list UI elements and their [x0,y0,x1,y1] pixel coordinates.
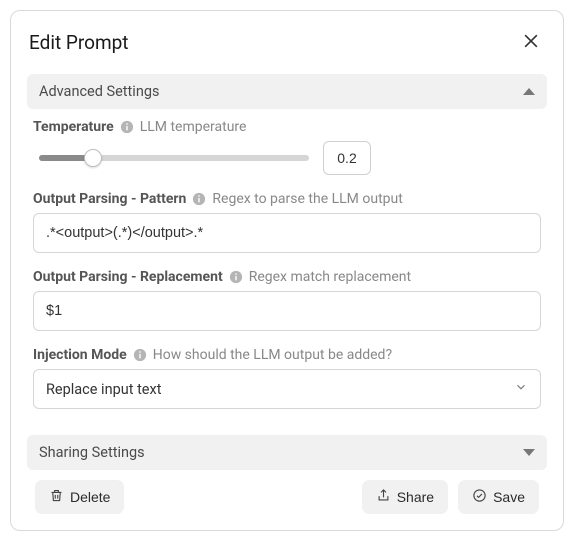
check-icon [472,488,487,506]
output-pattern-input-wrapper [33,213,541,253]
delete-button[interactable]: Delete [35,480,124,514]
info-icon [192,192,206,206]
sharing-settings-header[interactable]: Sharing Settings [27,435,547,470]
modal-footer: Delete Share Save [27,480,547,516]
slider-thumb[interactable] [84,149,102,167]
output-replacement-help: Regex match replacement [249,269,411,285]
output-pattern-field: Output Parsing - Pattern Regex to parse … [33,191,541,253]
temperature-field: Temperature LLM temperature [33,119,541,175]
advanced-settings-header[interactable]: Advanced Settings [27,74,547,109]
share-label: Share [397,489,434,505]
save-button[interactable]: Save [458,480,539,514]
output-replacement-input[interactable] [46,303,528,319]
modal-header: Edit Prompt [11,11,563,70]
modal-title: Edit Prompt [29,31,129,54]
injection-mode-value: Replace input text [46,381,161,398]
chevron-up-icon [523,88,535,95]
output-pattern-label: Output Parsing - Pattern [33,191,186,207]
output-replacement-label: Output Parsing - Replacement [33,269,223,285]
injection-mode-label: Injection Mode [33,347,127,363]
info-icon [133,348,147,362]
trash-icon [49,488,64,506]
close-icon [521,31,541,54]
output-pattern-help: Regex to parse the LLM output [212,191,402,207]
temperature-label: Temperature [33,119,114,135]
temperature-help: LLM temperature [140,119,247,135]
delete-label: Delete [70,489,110,505]
injection-mode-select[interactable]: Replace input text [33,369,541,409]
edit-prompt-modal: Edit Prompt Advanced Settings Temperatur… [10,10,564,531]
modal-body: Advanced Settings Temperature LLM temper… [11,70,563,530]
output-pattern-input[interactable] [46,225,528,241]
injection-mode-field: Injection Mode How should the LLM output… [33,347,541,409]
info-icon [229,270,243,284]
chevron-down-icon [514,380,528,398]
injection-mode-help: How should the LLM output be added? [153,347,392,363]
save-label: Save [493,489,525,505]
advanced-settings-label: Advanced Settings [39,83,159,100]
share-button[interactable]: Share [362,480,448,514]
temperature-input[interactable] [323,141,371,175]
sharing-settings-label: Sharing Settings [39,444,145,461]
share-icon [376,488,391,506]
output-replacement-field: Output Parsing - Replacement Regex match… [33,269,541,331]
output-replacement-input-wrapper [33,291,541,331]
chevron-down-icon [523,449,535,456]
temperature-slider[interactable] [39,155,309,161]
close-button[interactable] [517,27,545,58]
info-icon [120,120,134,134]
advanced-settings-panel: Temperature LLM temperature [27,119,547,425]
